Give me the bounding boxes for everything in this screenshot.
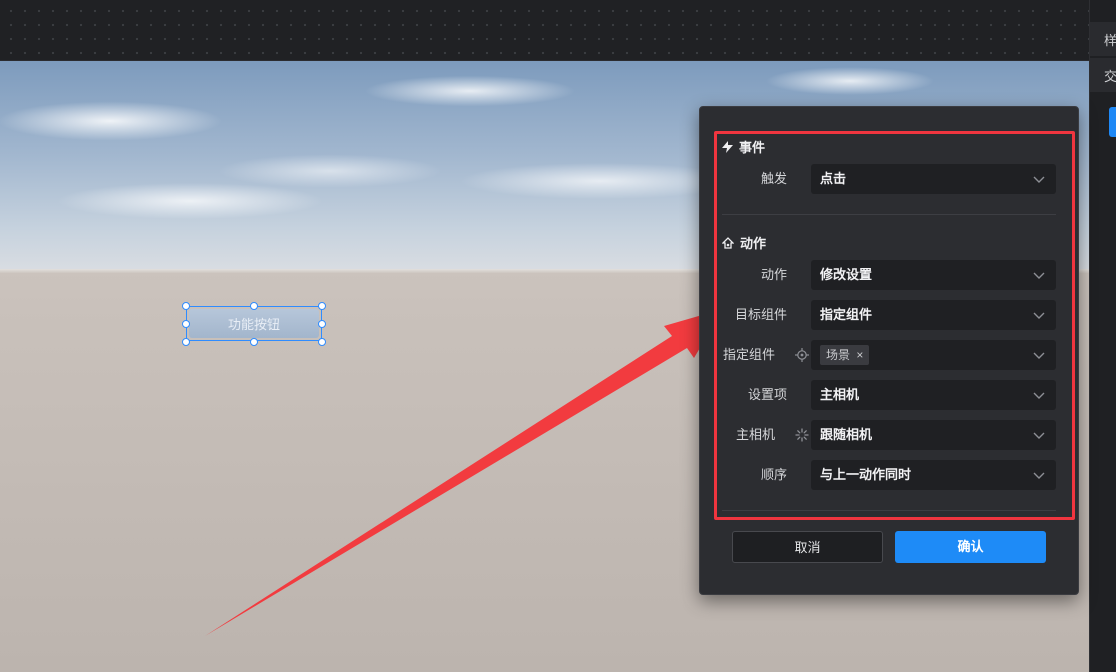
lightning-icon <box>722 140 733 153</box>
action-section-label: 动作 <box>740 236 767 251</box>
chevron-down-icon <box>1033 472 1045 479</box>
interaction-dialog: 事件 触发 点击 动作 动作 修改设置 目标组件 指定组件 指定组件 场景 × <box>699 106 1079 595</box>
setting-item-label: 设置项 <box>747 387 787 402</box>
main-camera-select[interactable]: 跟随相机 <box>811 420 1056 450</box>
cancel-button[interactable]: 取消 <box>732 531 883 563</box>
action-section-title: 动作 <box>722 233 766 252</box>
order-value: 与上一动作同时 <box>820 467 912 482</box>
trigger-select[interactable]: 点击 <box>811 164 1056 194</box>
setting-item-select[interactable]: 主相机 <box>811 380 1056 410</box>
action-value: 修改设置 <box>820 267 873 282</box>
chevron-down-icon <box>1033 312 1045 319</box>
action-select[interactable]: 修改设置 <box>811 260 1056 290</box>
tab-interaction-label: 交互 <box>1104 68 1116 84</box>
chevron-down-icon <box>1033 272 1045 279</box>
target-component-label: 目标组件 <box>734 307 787 322</box>
action-icon <box>722 236 734 249</box>
specified-component-label: 指定组件 <box>722 347 775 362</box>
order-label: 顺序 <box>760 467 787 482</box>
loading-icon <box>795 428 809 442</box>
tab-style[interactable]: 样式 <box>1090 22 1116 56</box>
add-interaction-button[interactable] <box>1109 107 1116 137</box>
confirm-button[interactable]: 确认 <box>895 531 1046 563</box>
specified-component-select[interactable]: 场景 × <box>811 340 1056 370</box>
tag-close-icon[interactable]: × <box>856 348 863 362</box>
target-component-select[interactable]: 指定组件 <box>811 300 1056 330</box>
trigger-label: 触发 <box>760 171 787 186</box>
scene-tag-label: 场景 <box>826 348 851 362</box>
event-section-title: 事件 <box>722 137 765 156</box>
order-select[interactable]: 与上一动作同时 <box>811 460 1056 490</box>
scene-tag: 场景 × <box>820 345 870 365</box>
event-section-label: 事件 <box>739 140 766 155</box>
tab-interaction[interactable]: 交互 <box>1090 58 1116 92</box>
chevron-down-icon <box>1033 176 1045 183</box>
chevron-down-icon <box>1033 432 1045 439</box>
chevron-down-icon <box>1033 392 1045 399</box>
tab-style-label: 样式 <box>1104 32 1116 48</box>
setting-item-value: 主相机 <box>820 387 860 402</box>
target-component-value: 指定组件 <box>820 307 873 322</box>
main-camera-label: 主相机 <box>735 427 775 442</box>
right-panel: 样式 交互 <box>1089 0 1116 672</box>
chevron-down-icon <box>1033 352 1045 359</box>
footer-divider <box>722 510 1056 511</box>
action-label: 动作 <box>760 267 787 282</box>
main-camera-value: 跟随相机 <box>820 427 873 442</box>
target-picker-icon[interactable] <box>795 348 809 362</box>
trigger-value: 点击 <box>820 171 847 186</box>
section-divider <box>722 214 1056 215</box>
